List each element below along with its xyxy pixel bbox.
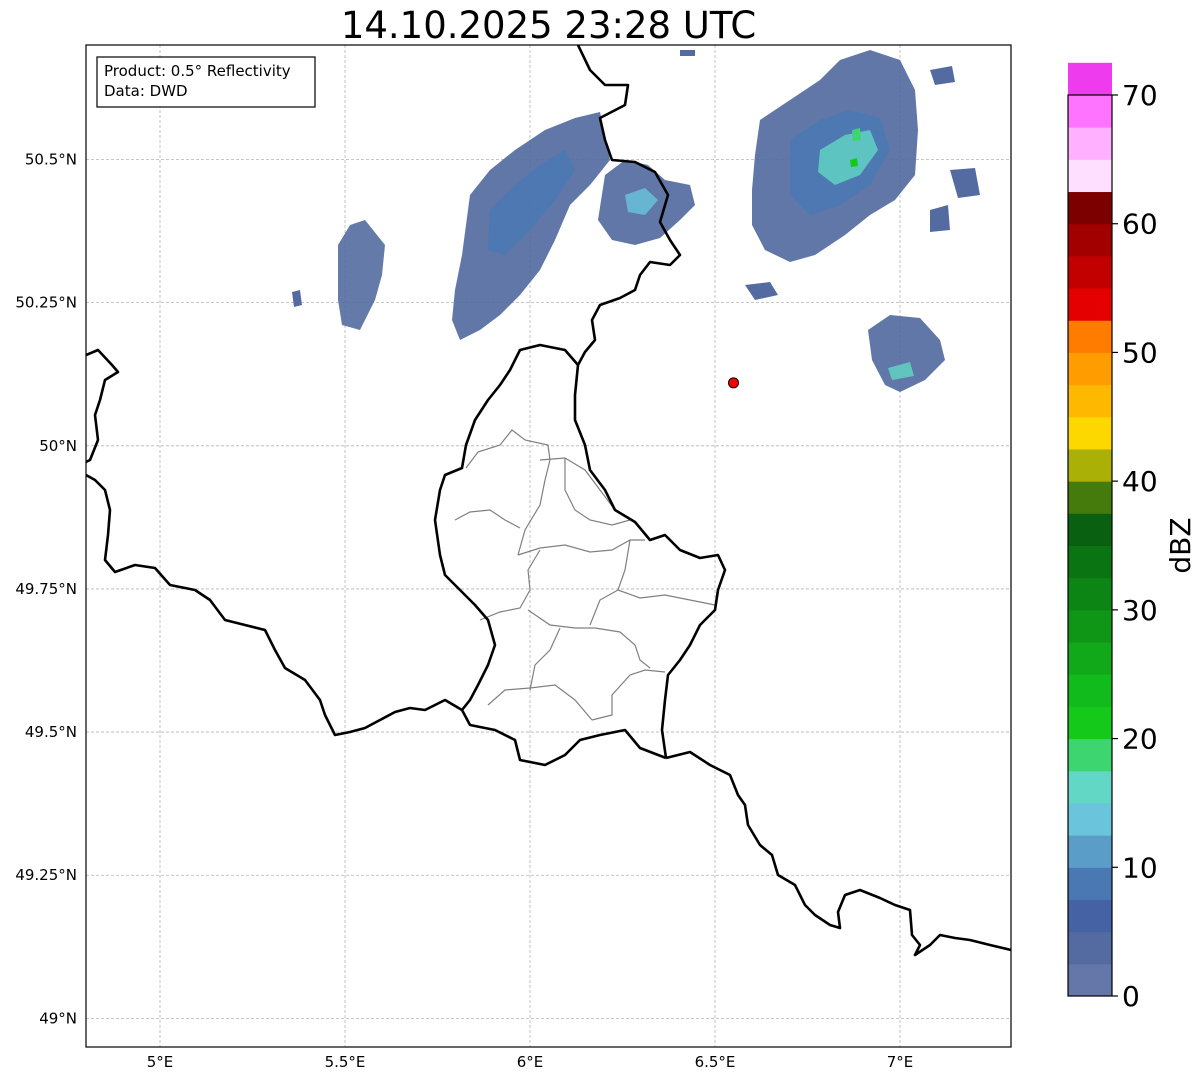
colorbar-bin — [1068, 867, 1112, 900]
lon-tick-label: 6.5°E — [695, 1053, 736, 1071]
echo-core-green-2 — [852, 128, 861, 141]
echo-cluster-west — [338, 220, 385, 330]
colorbar-bin — [1068, 706, 1112, 740]
colorbar-bin — [1068, 448, 1112, 482]
colorbar-tick-label: 30 — [1122, 594, 1158, 627]
colorbar-bin — [1068, 223, 1112, 257]
colorbar-bin — [1068, 545, 1112, 579]
colorbar-tick-label: 40 — [1122, 465, 1158, 498]
colorbar-tick-label: 50 — [1122, 336, 1158, 369]
colorbar-bin — [1068, 835, 1112, 868]
border-belgium-france-north — [86, 348, 120, 464]
colorbar-bin — [1068, 288, 1112, 321]
colorbar-bin — [1068, 802, 1112, 836]
lat-tick-label: 49.5°N — [25, 723, 77, 741]
colorbar-bin — [1068, 674, 1112, 707]
lon-tick-label: 5.5°E — [325, 1053, 366, 1071]
colorbar-bin — [1068, 642, 1112, 675]
echo-small-2 — [745, 282, 778, 300]
colorbar-tick-label: 10 — [1122, 851, 1158, 884]
info-source-text: Data: DWD — [104, 82, 188, 100]
colorbar-bin — [1068, 609, 1112, 643]
lon-tick-label: 6°E — [517, 1053, 544, 1071]
colorbar-bin — [1068, 481, 1112, 514]
echo-small-3 — [950, 168, 980, 198]
echo-small-4 — [930, 66, 955, 85]
echo-small-5 — [680, 50, 695, 56]
colorbar-bin — [1068, 255, 1112, 289]
colorbar-bin — [1068, 352, 1112, 386]
colorbar-bin — [1068, 159, 1112, 193]
lat-tick-label: 50.5°N — [25, 151, 77, 169]
colorbar-bin — [1068, 931, 1112, 965]
colorbar-tick-label: 20 — [1122, 723, 1158, 756]
colorbar-bin — [1068, 191, 1112, 225]
colorbar-bin — [1068, 770, 1112, 804]
lat-tick-label: 50.25°N — [15, 294, 77, 312]
echo-small-6 — [930, 205, 950, 232]
border-luxembourg-france — [460, 709, 667, 767]
colorbar-bin — [1068, 127, 1112, 160]
radar-site-marker — [728, 377, 739, 389]
info-product-text: Product: 0.5° Reflectivity — [104, 62, 291, 80]
colorbar-tick-label: 60 — [1122, 208, 1158, 241]
radar-echoes — [292, 50, 980, 392]
map-canvas: Product: 0.5° Reflectivity Data: DWD 5°E… — [15, 44, 1197, 1071]
colorbar-bin — [1068, 384, 1112, 418]
colorbar-bin — [1068, 963, 1112, 997]
border-belgium-luxembourg — [433, 343, 579, 711]
colorbar-bin — [1068, 416, 1112, 450]
border-belgium-france — [86, 473, 463, 737]
lat-tick-label: 50°N — [39, 437, 77, 455]
echo-cluster-east — [868, 315, 945, 392]
colorbar-bin — [1068, 577, 1112, 611]
colorbar-bin — [1068, 899, 1112, 933]
colorbar-bin — [1068, 513, 1112, 546]
colorbar-tick-label: 70 — [1122, 79, 1158, 112]
border-france-germany — [665, 750, 1011, 957]
lat-tick-label: 49°N — [39, 1009, 77, 1027]
colorbar: 0 10 20 30 40 50 60 70 dBZ — [1067, 62, 1197, 1013]
lon-tick-label: 5°E — [147, 1053, 174, 1071]
echo-small-1 — [292, 290, 302, 307]
colorbar-bin — [1068, 62, 1112, 96]
info-box: Product: 0.5° Reflectivity Data: DWD — [96, 56, 316, 108]
lat-tick-label: 49.75°N — [15, 580, 77, 598]
lon-tick-label: 7°E — [887, 1053, 914, 1071]
colorbar-label: dBZ — [1164, 517, 1197, 573]
colorbar-tick-label: 0 — [1122, 980, 1140, 1013]
colorbar-bin — [1068, 95, 1112, 128]
lat-tick-label: 49.25°N — [15, 866, 77, 884]
colorbar-bin — [1068, 320, 1112, 353]
canton-boundaries — [454, 429, 716, 721]
radar-figure: 14.10.2025 23:28 UTC Product: 0.5° Refle… — [0, 0, 1202, 1081]
colorbar-bin — [1068, 738, 1112, 772]
